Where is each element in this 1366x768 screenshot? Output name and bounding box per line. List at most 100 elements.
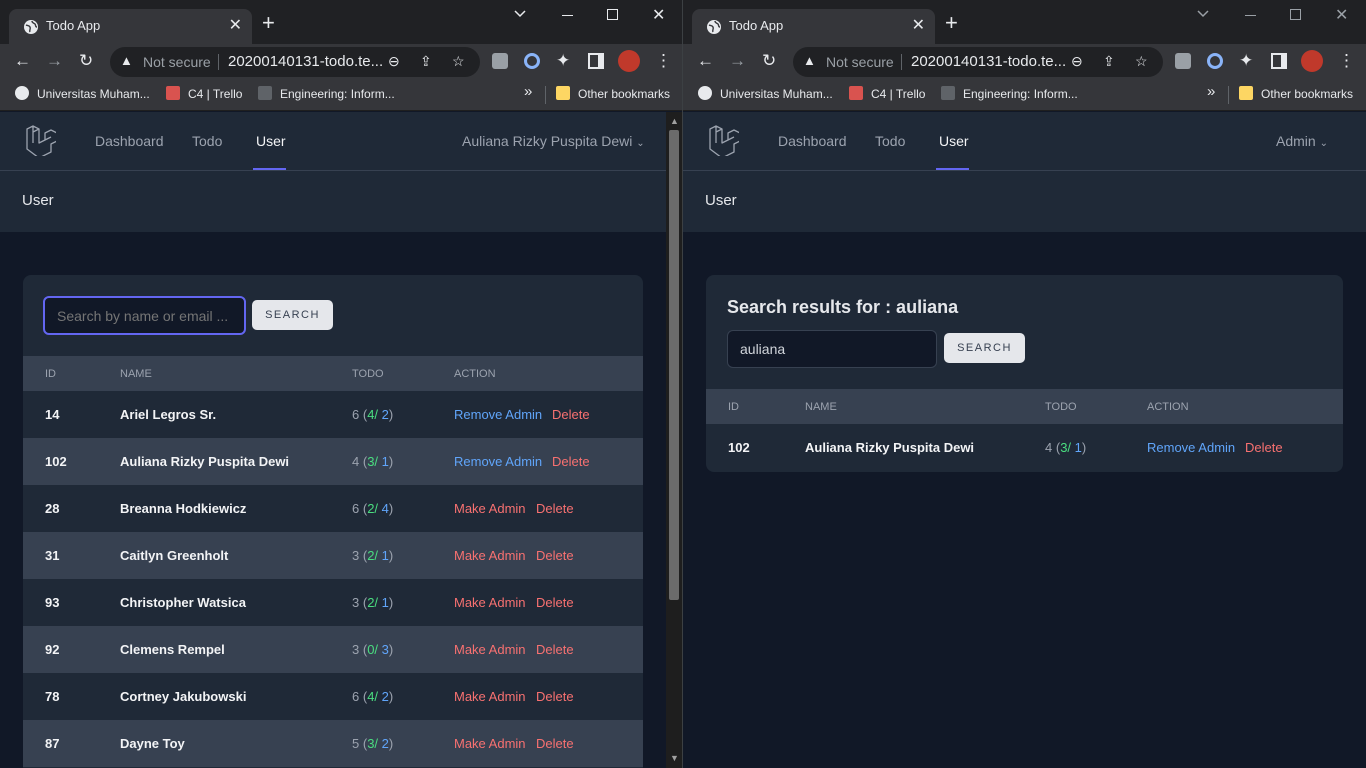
table-row: 102 Auliana Rizky Puspita Dewi 4 (3/ 1) Rem… — [23, 438, 643, 485]
nav-dashboard[interactable]: Dashboard — [778, 133, 847, 149]
delete-link[interactable]: Delete — [536, 689, 574, 704]
scroll-down-icon[interactable]: ▼ — [670, 753, 679, 763]
remove-admin-link[interactable]: Remove Admin — [454, 454, 542, 469]
forward-icon[interactable]: → — [46, 52, 63, 70]
share-icon[interactable]: ⇪ — [420, 53, 432, 70]
todo-open: 4 — [381, 501, 389, 516]
search-input[interactable] — [727, 330, 937, 368]
profile-avatar[interactable] — [1301, 50, 1323, 72]
extension-icon[interactable] — [1207, 53, 1223, 69]
forward-icon[interactable]: → — [729, 52, 746, 70]
nav-user[interactable]: User — [256, 133, 286, 149]
share-icon[interactable]: ⇪ — [1103, 53, 1115, 70]
back-icon[interactable]: ← — [14, 52, 31, 70]
tab-search-chevron-icon[interactable] — [1196, 9, 1210, 19]
tab-title: Todo App — [729, 18, 784, 33]
th-id: ID — [728, 401, 739, 413]
delete-link[interactable]: Delete — [1245, 440, 1283, 455]
remove-admin-link[interactable]: Remove Admin — [454, 407, 542, 422]
camera-icon[interactable] — [1175, 53, 1191, 69]
browser-tab[interactable]: Todo App ✕ — [692, 9, 935, 44]
star-icon[interactable]: ☆ — [1135, 53, 1148, 70]
address-bar[interactable]: ▲ Not secure 20200140131-todo.te... ⊖ ⇪ … — [793, 47, 1163, 77]
todo-total: 6 — [352, 689, 360, 704]
delete-link[interactable]: Delete — [552, 454, 590, 469]
sidepanel-icon[interactable] — [1271, 53, 1287, 69]
user-name: Christopher Watsica — [120, 595, 246, 610]
bookmark-item[interactable]: Engineering: Inform... — [941, 86, 1078, 101]
table-row: 102 Auliana Rizky Puspita Dewi 4 (3/ 1) Rem… — [706, 424, 1343, 471]
more-bookmarks-icon[interactable]: » — [524, 83, 532, 100]
scroll-up-icon[interactable]: ▲ — [670, 116, 679, 126]
delete-link[interactable]: Delete — [552, 407, 590, 422]
scrollbar[interactable]: ▲ ▼ — [666, 112, 682, 768]
reload-icon[interactable]: ↻ — [762, 52, 776, 70]
delete-link[interactable]: Delete — [536, 642, 574, 657]
bookmark-item[interactable]: Universitas Muham... — [15, 86, 150, 101]
search-button[interactable]: SEARCH — [944, 333, 1025, 363]
search-results-card: Search results for : auliana SEARCH ID N… — [706, 275, 1343, 472]
minimize-icon[interactable] — [1245, 15, 1256, 16]
zoom-icon[interactable]: ⊖ — [388, 53, 400, 70]
bookmark-item[interactable]: C4 | Trello — [166, 86, 242, 101]
delete-link[interactable]: Delete — [536, 736, 574, 751]
tab-search-chevron-icon[interactable] — [513, 9, 527, 19]
camera-icon[interactable] — [492, 53, 508, 69]
browser-tab[interactable]: Todo App ✕ — [9, 9, 252, 44]
make-admin-link[interactable]: Make Admin — [454, 595, 526, 610]
zoom-icon[interactable]: ⊖ — [1071, 53, 1083, 70]
search-input[interactable] — [43, 296, 246, 335]
new-tab-plus-icon[interactable]: + — [262, 12, 275, 34]
page-content: Dashboard Todo User Admin ⌄ User Search … — [683, 112, 1366, 768]
kebab-menu-icon[interactable]: ⋮ — [1338, 52, 1355, 70]
minimize-icon[interactable] — [562, 15, 573, 16]
make-admin-link[interactable]: Make Admin — [454, 689, 526, 704]
delete-link[interactable]: Delete — [536, 548, 574, 563]
todo-open: 2 — [381, 736, 389, 751]
nav-todo[interactable]: Todo — [192, 133, 222, 149]
search-button[interactable]: SEARCH — [252, 300, 333, 330]
kebab-menu-icon[interactable]: ⋮ — [655, 52, 672, 70]
address-bar[interactable]: ▲ Not secure 20200140131-todo.te... ⊖ ⇪ … — [110, 47, 480, 77]
more-bookmarks-icon[interactable]: » — [1207, 83, 1215, 100]
bookmark-item[interactable]: C4 | Trello — [849, 86, 925, 101]
bookmark-item[interactable]: Engineering: Inform... — [258, 86, 395, 101]
browser-window-left: Todo App ✕ + ✕ ← → ↻ ▲ Not secure 202001… — [0, 0, 683, 768]
puzzle-icon[interactable]: ✦ — [1239, 52, 1253, 70]
globe-icon — [698, 86, 712, 100]
nav-todo[interactable]: Todo — [875, 133, 905, 149]
make-admin-link[interactable]: Make Admin — [454, 501, 526, 516]
url-text[interactable]: 20200140131-todo.te... — [228, 53, 383, 70]
url-text[interactable]: 20200140131-todo.te... — [911, 53, 1066, 70]
extension-icon[interactable] — [524, 53, 540, 69]
close-window-icon[interactable]: ✕ — [652, 5, 665, 25]
scrollbar-thumb[interactable] — [669, 130, 679, 600]
laravel-logo[interactable] — [24, 124, 56, 156]
delete-link[interactable]: Delete — [536, 501, 574, 516]
nav-dashboard[interactable]: Dashboard — [95, 133, 164, 149]
user-menu[interactable]: Admin ⌄ — [1276, 133, 1328, 149]
maximize-icon[interactable] — [607, 9, 618, 20]
user-menu[interactable]: Auliana Rizky Puspita Dewi ⌄ — [462, 133, 645, 149]
laravel-logo[interactable] — [707, 124, 739, 156]
other-bookmarks[interactable]: Other bookmarks — [556, 86, 670, 101]
new-tab-plus-icon[interactable]: + — [945, 12, 958, 34]
close-tab-icon[interactable]: ✕ — [229, 15, 242, 35]
close-tab-icon[interactable]: ✕ — [912, 15, 925, 35]
maximize-icon[interactable] — [1290, 9, 1301, 20]
puzzle-icon[interactable]: ✦ — [556, 52, 570, 70]
star-icon[interactable]: ☆ — [452, 53, 465, 70]
reload-icon[interactable]: ↻ — [79, 52, 93, 70]
delete-link[interactable]: Delete — [536, 595, 574, 610]
other-bookmarks[interactable]: Other bookmarks — [1239, 86, 1353, 101]
sidepanel-icon[interactable] — [588, 53, 604, 69]
back-icon[interactable]: ← — [697, 52, 714, 70]
make-admin-link[interactable]: Make Admin — [454, 548, 526, 563]
remove-admin-link[interactable]: Remove Admin — [1147, 440, 1235, 455]
make-admin-link[interactable]: Make Admin — [454, 736, 526, 751]
close-window-icon[interactable]: ✕ — [1335, 5, 1348, 25]
nav-user[interactable]: User — [939, 133, 969, 149]
profile-avatar[interactable] — [618, 50, 640, 72]
bookmark-item[interactable]: Universitas Muham... — [698, 86, 833, 101]
make-admin-link[interactable]: Make Admin — [454, 642, 526, 657]
